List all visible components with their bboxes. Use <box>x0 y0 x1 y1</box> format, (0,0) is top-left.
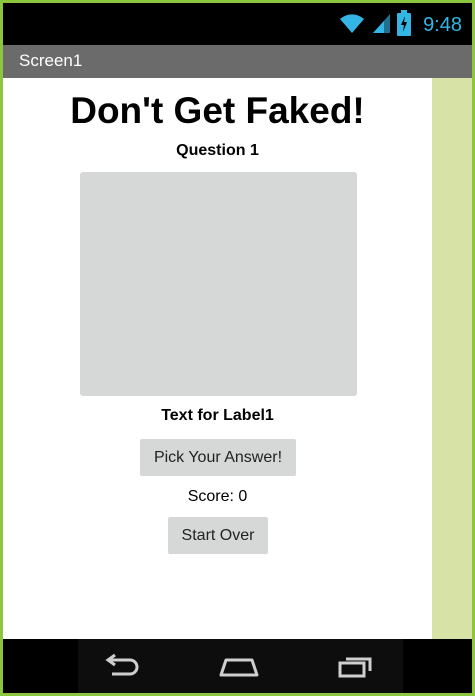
home-icon[interactable] <box>218 651 259 681</box>
phone-frame: 9:48 Screen1 Don't Get Faked! Question 1… <box>0 0 475 696</box>
status-bar: 9:48 <box>3 3 472 45</box>
screen-content: Don't Get Faked! Question 1 Text for Lab… <box>3 78 432 639</box>
label1-text: Text for Label1 <box>161 407 274 424</box>
question-label: Question 1 <box>176 142 259 159</box>
pick-answer-button[interactable]: Pick Your Answer! <box>140 439 296 476</box>
start-over-button[interactable]: Start Over <box>168 517 268 554</box>
status-clock: 9:48 <box>423 13 462 36</box>
app-title-bar: Screen1 <box>3 45 472 78</box>
battery-charging-icon <box>397 9 412 41</box>
page-heading: Don't Get Faked! <box>70 90 365 131</box>
question-image <box>80 172 357 396</box>
wifi-icon <box>339 12 365 39</box>
back-icon[interactable] <box>100 651 140 681</box>
status-icons: 9:48 <box>339 9 462 41</box>
side-strip <box>432 78 472 639</box>
score-label: Score: 0 <box>187 488 248 505</box>
nav-buttons-area <box>78 639 403 693</box>
signal-icon <box>371 12 391 39</box>
navigation-bar <box>3 639 472 693</box>
recent-apps-icon[interactable] <box>336 651 376 681</box>
screen-title: Screen1 <box>19 51 83 70</box>
